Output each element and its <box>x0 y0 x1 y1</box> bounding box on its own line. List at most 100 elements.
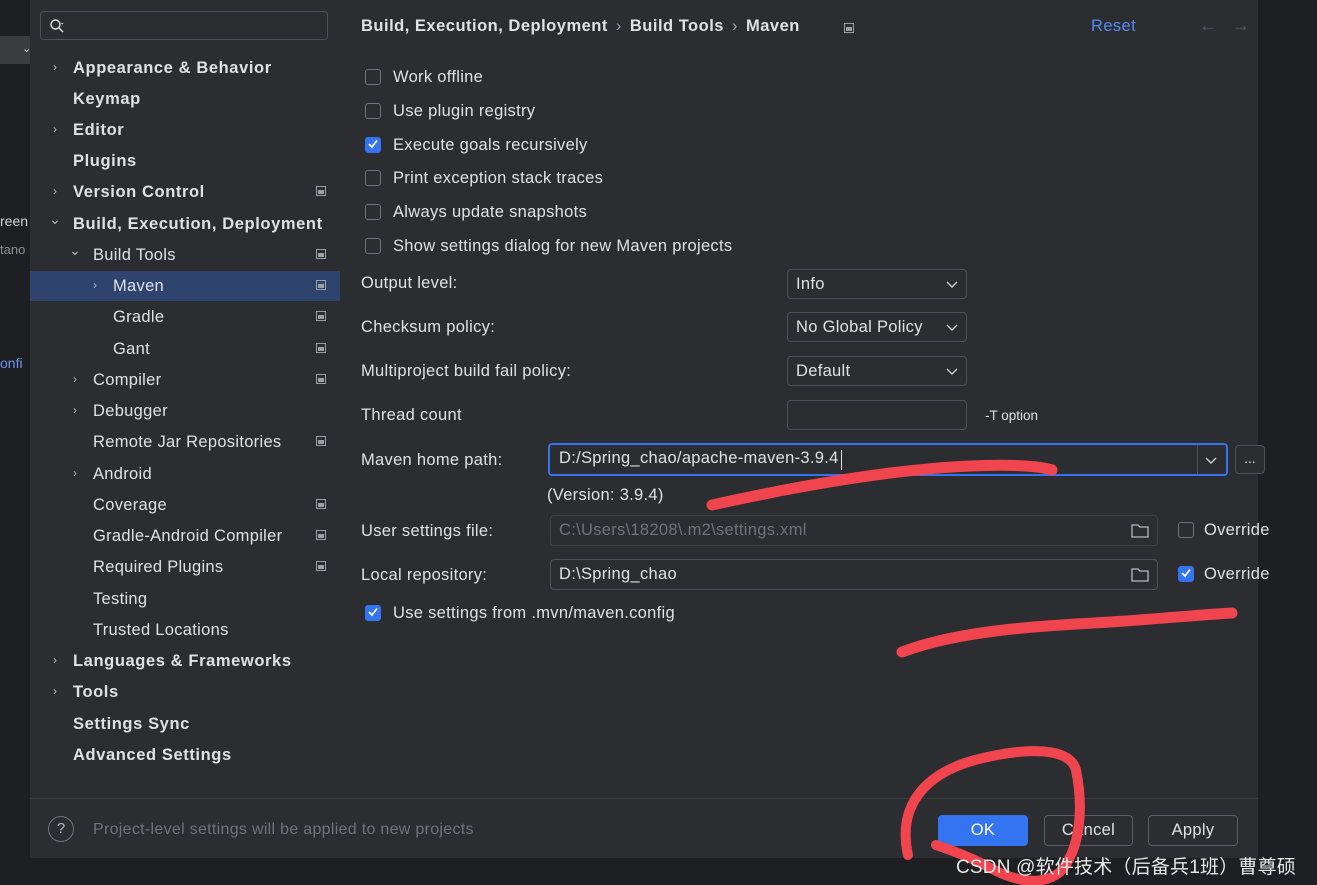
chevron-right-icon[interactable]: › <box>68 370 82 388</box>
use-mvn-config-label: Use settings from .mvn/maven.config <box>393 604 675 622</box>
sidebar-item[interactable]: › Maven <box>30 271 340 301</box>
background-link-fragment: onfi <box>0 355 23 371</box>
chevron-down-icon[interactable] <box>1205 455 1217 465</box>
checkbox[interactable] <box>1178 522 1194 538</box>
sidebar-item-label: Required Plugins <box>93 558 224 576</box>
forward-arrow-icon[interactable]: → <box>1232 15 1250 36</box>
sidebar-item[interactable]: › Languages & Frameworks <box>30 646 340 676</box>
background-text-fragment: reen <box>0 213 29 229</box>
chevron-down-icon[interactable]: ⌄ <box>68 241 82 259</box>
sidebar-item[interactable]: Required Plugins <box>30 552 340 582</box>
chevron-down-icon <box>946 368 958 375</box>
chevron-right-icon[interactable]: › <box>48 182 62 200</box>
sidebar-item[interactable]: Remote Jar Repositories <box>30 427 340 457</box>
sidebar-item[interactable]: Coverage <box>30 490 340 520</box>
sidebar-item[interactable]: Settings Sync <box>30 709 340 739</box>
sidebar-item[interactable]: ⌄ Build Tools <box>30 240 340 270</box>
sidebar-item[interactable]: Testing <box>30 584 340 614</box>
checkbox-label: Work offline <box>393 68 484 86</box>
checksum-policy-select[interactable]: No Global Policy <box>787 312 967 342</box>
reset-link[interactable]: Reset <box>1091 17 1136 36</box>
ok-button[interactable]: OK <box>938 815 1028 846</box>
sidebar-item[interactable]: Gradle-Android Compiler <box>30 521 340 551</box>
sidebar-item[interactable]: › Compiler <box>30 365 340 395</box>
footer-note: Project-level settings will be applied t… <box>93 821 474 838</box>
dialog-footer: ? Project-level settings will be applied… <box>30 798 1258 858</box>
watermark: CSDN @软件技术（后备兵1班）曹尊硕 <box>956 857 1296 878</box>
sidebar-item[interactable]: › Editor <box>30 115 340 145</box>
sidebar-item-label: Compiler <box>93 371 162 389</box>
breadcrumb-item[interactable]: Build Tools <box>630 17 724 35</box>
checkbox[interactable] <box>365 103 381 119</box>
output-level-select[interactable]: Info <box>787 269 967 299</box>
background-right-edge <box>1258 0 1317 885</box>
maven-home-value: D:/Spring_chao/apache-maven-3.9.4 <box>559 449 839 467</box>
sidebar-item[interactable]: › Android <box>30 459 340 489</box>
cancel-button[interactable]: Cancel <box>1044 815 1133 846</box>
maven-settings-panel: Build, Execution, Deployment › Build Tools… <box>341 0 1269 798</box>
folder-icon[interactable] <box>1131 567 1149 582</box>
project-settings-icon <box>316 374 326 384</box>
sidebar-item-label: Gant <box>113 340 150 358</box>
project-settings-icon <box>316 530 326 540</box>
checkbox-label: Execute goals recursively <box>393 136 588 154</box>
chevron-right-icon[interactable]: › <box>48 120 62 138</box>
sidebar-item[interactable]: Trusted Locations <box>30 615 340 645</box>
project-settings-icon <box>316 311 326 321</box>
chevron-right-icon[interactable]: › <box>48 651 62 669</box>
settings-search-input[interactable] <box>40 11 328 40</box>
checkbox-checked[interactable] <box>365 137 381 153</box>
checkmark-icon <box>368 607 378 617</box>
checkbox[interactable] <box>365 238 381 254</box>
sidebar-item[interactable]: Gant <box>30 334 340 364</box>
browse-button[interactable]: ... <box>1235 445 1265 474</box>
sidebar-item-label: Coverage <box>93 496 167 514</box>
sidebar-item-label: Remote Jar Repositories <box>93 433 282 451</box>
sidebar-item-label: Tools <box>73 683 119 701</box>
chevron-right-icon[interactable]: › <box>68 464 82 482</box>
output-level-value: Info <box>796 275 825 293</box>
folder-icon[interactable] <box>1131 523 1149 538</box>
checkbox-label: Use plugin registry <box>393 102 536 120</box>
sidebar-item[interactable]: ⌄ Build, Execution, Deployment <box>30 209 340 239</box>
settings-dialog: › Appearance & Behavior Keymap › Editor Plugi… <box>30 0 1269 858</box>
checkbox-checked[interactable] <box>1178 566 1194 582</box>
apply-button[interactable]: Apply <box>1148 815 1238 846</box>
user-settings-label: User settings file: <box>361 522 494 540</box>
chevron-right-icon[interactable]: › <box>48 682 62 700</box>
user-settings-input[interactable]: C:\Users\18208\.m2\settings.xml <box>550 515 1158 546</box>
sidebar-item[interactable]: › Debugger <box>30 396 340 426</box>
project-settings-icon <box>316 561 326 571</box>
sidebar-item-label: Android <box>93 465 152 483</box>
text-caret <box>841 450 842 470</box>
sidebar-item[interactable]: Gradle <box>30 302 340 332</box>
chevron-right-icon[interactable]: › <box>68 401 82 419</box>
maven-home-combobox[interactable]: D:/Spring_chao/apache-maven-3.9.4 <box>548 443 1228 476</box>
back-arrow-icon[interactable]: ← <box>1199 15 1217 36</box>
checkbox-label: Print exception stack traces <box>393 169 604 187</box>
breadcrumb-separator: › <box>731 17 738 35</box>
checkbox[interactable] <box>365 69 381 85</box>
breadcrumb-item[interactable]: Build, Execution, Deployment <box>361 17 608 35</box>
sidebar-item[interactable]: Keymap <box>30 84 340 114</box>
sidebar-item-label: Build Tools <box>93 246 176 264</box>
output-level-label: Output level: <box>361 274 458 292</box>
chevron-down-icon[interactable]: ⌄ <box>48 210 62 228</box>
sidebar-item[interactable]: Advanced Settings <box>30 740 340 770</box>
checkbox[interactable] <box>365 204 381 220</box>
search-icon <box>50 19 64 33</box>
project-settings-icon <box>316 280 326 290</box>
sidebar-item[interactable]: › Appearance & Behavior <box>30 53 340 83</box>
sidebar-item[interactable]: Plugins <box>30 146 340 176</box>
thread-count-input[interactable] <box>787 400 967 430</box>
sidebar-item[interactable]: › Version Control <box>30 177 340 207</box>
checkbox-checked[interactable] <box>365 605 381 621</box>
breadcrumb-item-current: Maven <box>745 17 800 35</box>
fail-policy-select[interactable]: Default <box>787 356 967 386</box>
chevron-right-icon[interactable]: › <box>88 276 102 294</box>
help-icon[interactable]: ? <box>48 816 74 842</box>
chevron-right-icon[interactable]: › <box>48 58 62 76</box>
checkbox[interactable] <box>365 170 381 186</box>
local-repository-input[interactable]: D:\Spring_chao <box>550 559 1158 590</box>
sidebar-item[interactable]: › Tools <box>30 677 340 707</box>
